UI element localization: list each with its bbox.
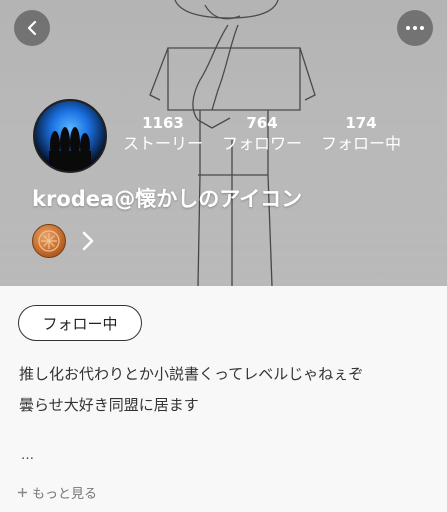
badge-emblem — [38, 230, 60, 252]
avatar[interactable] — [33, 99, 107, 173]
stat-followers[interactable]: 764 フォロワー — [220, 113, 304, 155]
profile-header: 1163 ストーリー 764 フォロワー 174 フォロー中 krodea@懐か… — [0, 0, 447, 286]
more-horizontal-icon — [406, 26, 424, 30]
bio-ellipsis: … — [21, 448, 34, 463]
plus-icon — [18, 488, 27, 497]
see-more-link[interactable]: もっと見る — [17, 483, 97, 502]
bio: 推し化お代わりとか小説書くってレベルじゃねぇぞ 曇らせ大好き同盟に居ます — [19, 359, 363, 421]
avatar-image — [35, 101, 105, 171]
bio-line-1: 推し化お代わりとか小説書くってレベルじゃねぇぞ — [19, 365, 364, 383]
chevron-left-icon — [27, 20, 37, 36]
profile-body: フォロー中 推し化お代わりとか小説書くってレベルじゃねぇぞ 曇らせ大好き同盟に居… — [0, 286, 447, 512]
stat-stories-label: ストーリー — [122, 134, 203, 153]
stat-followers-label: フォロワー — [221, 134, 302, 153]
stat-stories[interactable]: 1163 ストーリー — [120, 113, 206, 155]
stat-following-label: フォロー中 — [320, 134, 401, 153]
stat-following-count: 174 — [345, 114, 377, 132]
coin-badge-icon[interactable] — [32, 224, 66, 258]
stat-stories-count: 1163 — [142, 114, 184, 132]
stat-followers-count: 764 — [246, 114, 278, 132]
back-button[interactable] — [14, 10, 50, 46]
stat-following[interactable]: 174 フォロー中 — [318, 113, 404, 155]
bio-line-2: 曇らせ大好き同盟に居ます — [19, 396, 199, 414]
following-button[interactable]: フォロー中 — [18, 305, 142, 341]
username: krodea@懐かしのアイコン — [32, 187, 303, 211]
see-more-label: もっと見る — [32, 487, 98, 502]
more-options-button[interactable] — [397, 10, 433, 46]
chevron-right-icon[interactable] — [79, 229, 97, 253]
